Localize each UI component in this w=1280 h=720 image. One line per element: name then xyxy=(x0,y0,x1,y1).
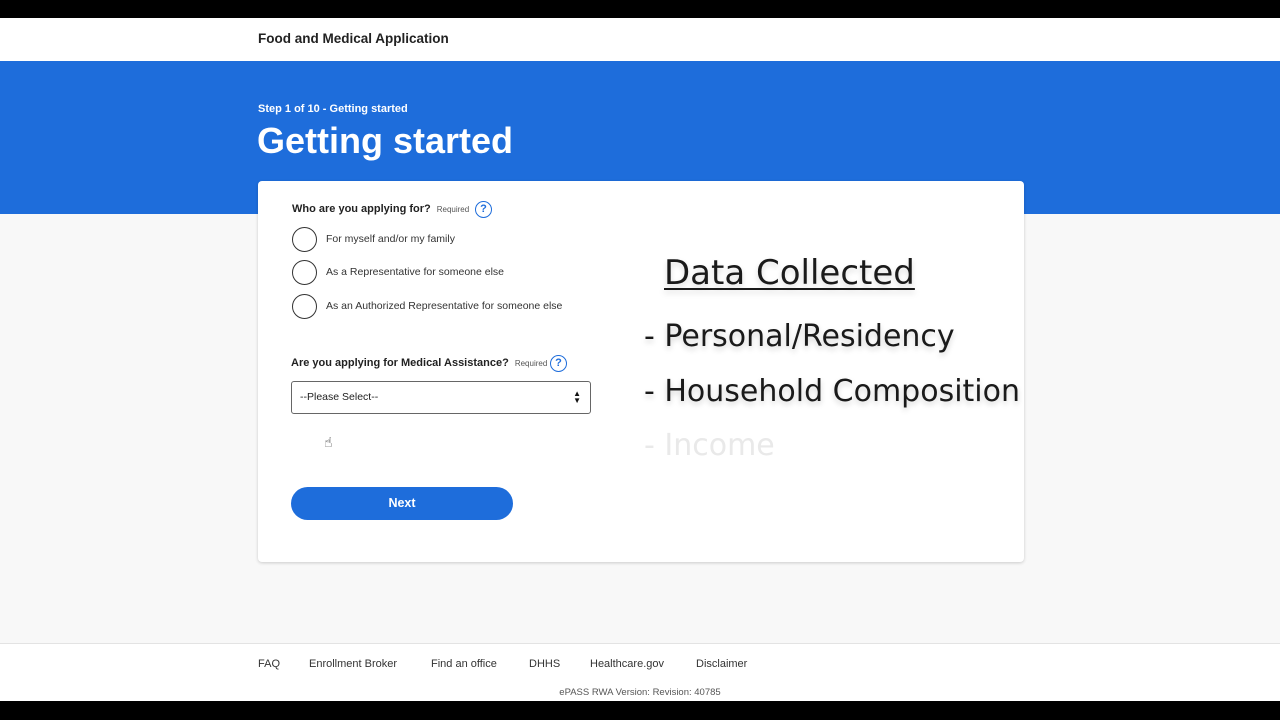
medical-assistance-select[interactable]: --Please Select-- ▲ ▼ xyxy=(291,381,591,414)
footer-link-healthcare-gov[interactable]: Healthcare.gov xyxy=(590,658,664,670)
radio-option-authorized-representative[interactable]: As an Authorized Representative for some… xyxy=(292,293,562,319)
radio-label: For myself and/or my family xyxy=(326,233,455,245)
question-circle-icon[interactable]: ? xyxy=(550,355,567,372)
radio-label: As an Authorized Representative for some… xyxy=(326,300,563,312)
form-card: Who are you applying for? Required ? For … xyxy=(258,181,1024,562)
radio-option-self-family[interactable]: For myself and/or my family xyxy=(292,226,455,252)
radio-button[interactable] xyxy=(292,293,317,319)
sort-arrows-icon: ▲ ▼ xyxy=(573,389,581,405)
bottom-letterbox xyxy=(0,701,1280,720)
footer-link-dhhs[interactable]: DHHS xyxy=(529,658,560,670)
footer-link-enrollment-broker[interactable]: Enrollment Broker xyxy=(309,658,397,670)
version-bar: ePASS RWA Version: Revision: 40785 xyxy=(0,687,1280,701)
footer: FAQ Enrollment Broker Find an office DHH… xyxy=(0,643,1280,687)
app-header: Food and Medical Application xyxy=(0,18,1280,61)
select-value: --Please Select-- xyxy=(300,391,379,403)
overlay-title: Data Collected xyxy=(664,253,915,293)
medical-assistance-label: Are you applying for Medical Assistance?… xyxy=(291,357,547,369)
version-text: ePASS RWA Version: Revision: 40785 xyxy=(559,687,721,698)
radio-button[interactable] xyxy=(292,259,317,285)
hand-pointer-icon: ☝ xyxy=(324,434,333,450)
page-title: Getting started xyxy=(257,120,514,161)
applying-for-label: Who are you applying for? Required xyxy=(292,203,469,215)
footer-link-disclaimer[interactable]: Disclaimer xyxy=(696,658,747,670)
radio-button[interactable] xyxy=(292,226,317,252)
radio-option-representative[interactable]: As a Representative for someone else xyxy=(292,259,504,285)
applying-for-question: Who are you applying for? xyxy=(292,203,431,215)
overlay-item-household: - Household Composition xyxy=(644,374,1021,409)
question-circle-icon[interactable]: ? xyxy=(475,201,492,218)
footer-link-faq[interactable]: FAQ xyxy=(258,658,280,670)
footer-link-find-office[interactable]: Find an office xyxy=(431,658,497,670)
required-tag: Required xyxy=(514,359,548,368)
app-title: Food and Medical Application xyxy=(258,31,449,46)
overlay-item-personal: - Personal/Residency xyxy=(644,319,955,354)
next-button[interactable]: Next xyxy=(291,487,513,520)
top-letterbox xyxy=(0,0,1280,18)
overlay-item-income: - Income xyxy=(644,428,775,463)
radio-label: As a Representative for someone else xyxy=(326,266,505,278)
step-indicator: Step 1 of 10 - Getting started xyxy=(258,103,408,115)
medical-assistance-question: Are you applying for Medical Assistance? xyxy=(291,357,509,369)
required-tag: Required xyxy=(436,205,470,214)
